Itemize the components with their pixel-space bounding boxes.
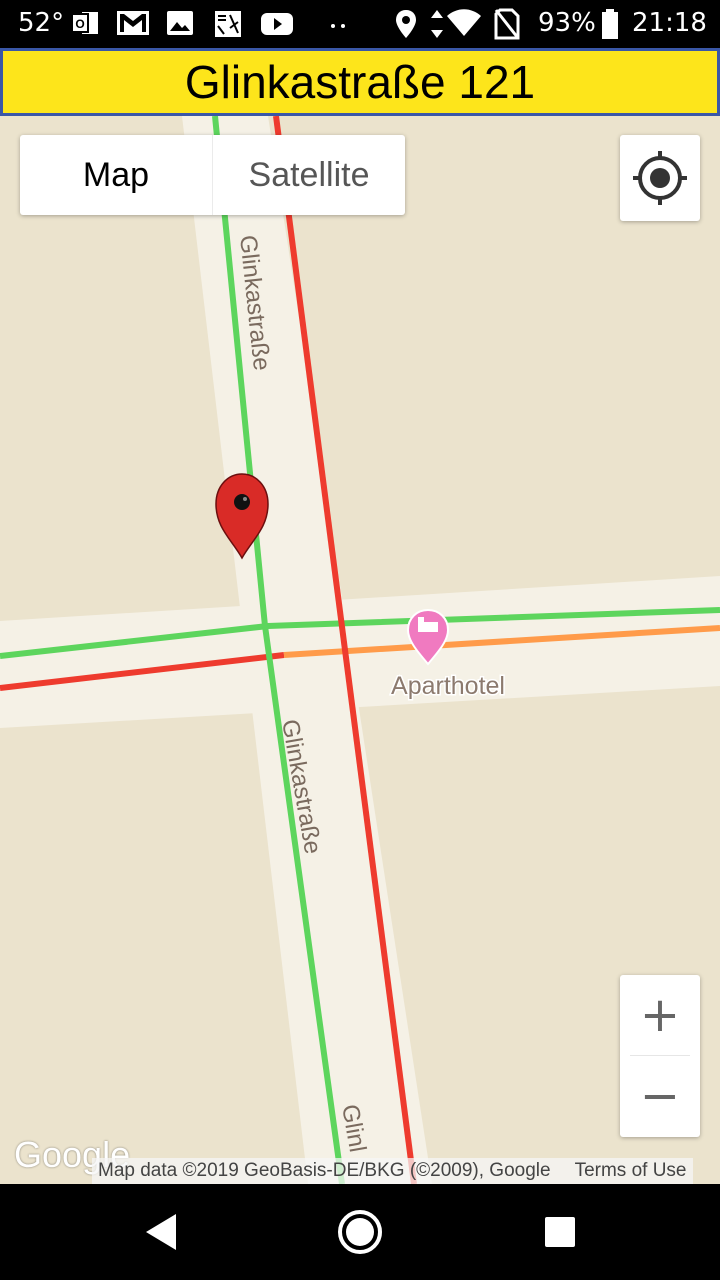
youtube-icon xyxy=(261,13,293,35)
zoom-out-button[interactable]: − xyxy=(620,1056,700,1136)
my-location-button[interactable] xyxy=(620,135,700,221)
crosshair-icon xyxy=(633,151,687,205)
temperature: 52° xyxy=(18,8,65,38)
news-icon xyxy=(215,11,241,37)
data-arrows-icon xyxy=(431,10,443,38)
battery-percentage: 93% xyxy=(538,8,596,38)
more-icon xyxy=(331,24,345,28)
terms-of-use-link[interactable]: Terms of Use xyxy=(569,1158,693,1184)
home-icon[interactable] xyxy=(336,1208,384,1256)
map-type-map-button[interactable]: Map xyxy=(20,135,213,215)
gmail-icon xyxy=(117,11,149,35)
attribution-text: Map data ©2019 GeoBasis-DE/BKG (©2009), … xyxy=(98,1160,551,1181)
wifi-icon xyxy=(447,9,481,36)
address-title-bar: Glinkastraße 121 xyxy=(0,48,720,116)
poi-label[interactable]: Aparthotel xyxy=(390,671,507,702)
svg-text:O: O xyxy=(75,17,84,31)
map-view[interactable]: Glinkastraße Glinkastraße Glinl Aparthot… xyxy=(0,116,720,1184)
location-icon xyxy=(396,10,416,38)
navigation-bar xyxy=(0,1184,720,1280)
address-title: Glinkastraße 121 xyxy=(184,56,536,108)
recents-icon[interactable] xyxy=(542,1214,578,1250)
back-icon[interactable] xyxy=(140,1210,184,1254)
map-attribution: Map data ©2019 GeoBasis-DE/BKG (©2009), … xyxy=(92,1158,693,1184)
map-canvas: Glinkastraße Glinkastraße Glinl Aparthot… xyxy=(0,116,720,1184)
status-bar: 52° O 93% 21:18 xyxy=(0,0,720,48)
zoom-controls: + − xyxy=(620,975,700,1137)
no-sim-icon xyxy=(494,8,520,40)
clock: 21:18 xyxy=(632,8,707,38)
map-type-selector: Map Satellite xyxy=(20,135,405,215)
outlook-icon: O xyxy=(71,12,98,34)
battery-icon xyxy=(602,9,618,39)
map-type-satellite-button[interactable]: Satellite xyxy=(213,135,405,215)
zoom-in-button[interactable]: + xyxy=(620,975,700,1055)
photos-icon xyxy=(167,11,193,35)
